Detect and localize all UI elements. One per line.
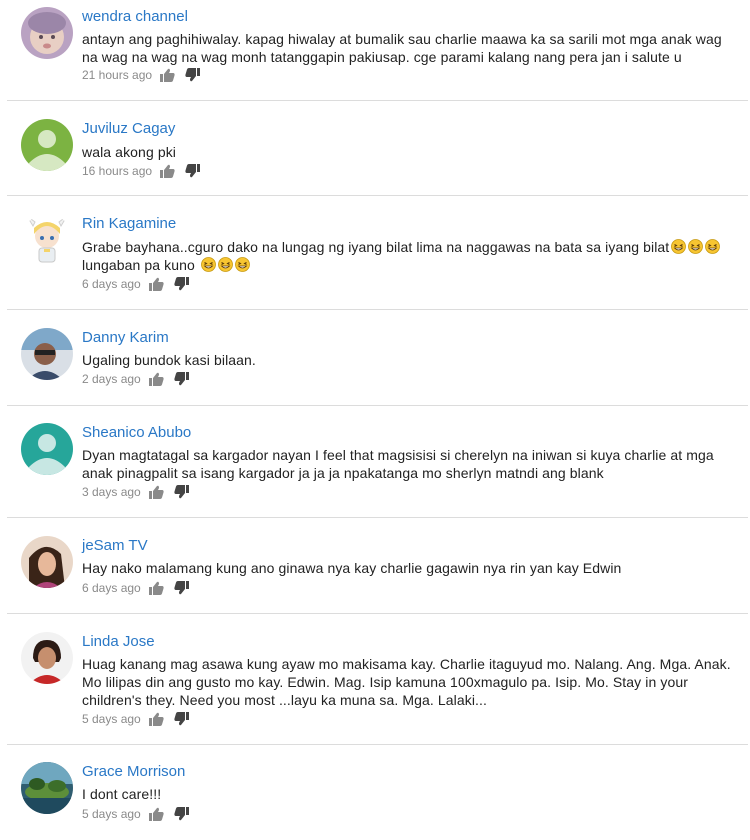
grinning-squinting-face-icon (671, 239, 687, 254)
comment-author[interactable]: Danny Karim (82, 329, 169, 347)
comment-meta: 21 hours ago (82, 67, 201, 83)
thumbs-up-icon[interactable] (160, 164, 175, 178)
avatar[interactable] (21, 762, 73, 814)
comment-author[interactable]: Juviluz Cagay (82, 120, 175, 138)
thumbs-down-icon[interactable] (185, 164, 201, 178)
avatar[interactable] (21, 536, 73, 588)
comment-author[interactable]: Grace Morrison (82, 763, 185, 781)
comment-meta: 6 days ago (82, 580, 189, 596)
thumbs-down-icon[interactable] (174, 277, 189, 291)
divider (7, 613, 748, 614)
comment-author[interactable]: Rin Kagamine (82, 215, 176, 233)
divider (7, 405, 748, 406)
comment-text-line: lungaban pa kuno (82, 257, 195, 273)
thumbs-up-icon[interactable] (160, 68, 175, 82)
comment-text: Huag kanang mag asawa kung ayaw mo makis… (82, 656, 731, 708)
comment-text: antayn ang paghihiwalay. kapag hiwalay a… (82, 31, 722, 65)
comment-timestamp: 6 days ago (82, 277, 141, 291)
thumbs-down-icon[interactable] (174, 372, 189, 386)
comment-author[interactable]: Linda Jose (82, 633, 155, 651)
grinning-squinting-face-icon (218, 257, 233, 272)
divider (7, 195, 748, 196)
comment-meta: 5 days ago (82, 711, 189, 727)
avatar[interactable] (21, 7, 73, 59)
comment-author[interactable]: Sheanico Abubo (82, 424, 191, 442)
grinning-squinting-face-icon (235, 257, 250, 272)
grinning-squinting-face-icon (688, 239, 704, 254)
comment-timestamp: 2 days ago (82, 372, 141, 386)
thumbs-down-icon[interactable] (174, 712, 189, 726)
comment-meta: 2 days ago (82, 371, 189, 387)
avatar[interactable] (21, 328, 73, 380)
comment-text: Dyan magtatagal sa kargador nayan I feel… (82, 447, 714, 481)
comment-timestamp: 21 hours ago (82, 68, 153, 82)
thumbs-down-icon[interactable] (185, 68, 201, 82)
thumbs-up-icon[interactable] (148, 581, 164, 595)
comment-text: Hay nako malamang kung ano ginawa nya ka… (82, 560, 622, 576)
comment-author[interactable]: jeSam TV (82, 537, 148, 555)
thumbs-down-icon[interactable] (174, 581, 189, 595)
comment-timestamp: 16 hours ago (82, 164, 153, 178)
avatar[interactable] (21, 119, 73, 171)
divider (7, 100, 748, 101)
comment-timestamp: 5 days ago (82, 712, 141, 726)
comment-text-line: Grabe bayhana..cguro dako na lungag ng i… (82, 239, 670, 255)
comment-meta: 6 days ago (82, 276, 189, 292)
divider (7, 744, 748, 745)
grinning-squinting-face-icon (201, 257, 216, 272)
avatar[interactable] (21, 423, 73, 475)
thumbs-up-icon[interactable] (148, 807, 164, 821)
divider (7, 517, 748, 518)
comment-text: I dont care!!! (82, 786, 162, 802)
comment-timestamp: 3 days ago (82, 485, 141, 499)
divider (7, 309, 748, 310)
comment-meta: 5 days ago (82, 806, 189, 822)
thumbs-up-icon[interactable] (148, 712, 164, 726)
thumbs-down-icon[interactable] (174, 807, 189, 821)
thumbs-up-icon[interactable] (148, 372, 164, 386)
thumbs-up-icon[interactable] (148, 485, 164, 499)
thumbs-down-icon[interactable] (174, 485, 189, 499)
comment-timestamp: 6 days ago (82, 581, 141, 595)
grinning-squinting-face-icon (705, 239, 721, 254)
comment-meta: 3 days ago (82, 484, 189, 500)
comment-timestamp: 5 days ago (82, 807, 141, 821)
comment-text: Ugaling bundok kasi bilaan. (82, 352, 256, 368)
comment-meta: 16 hours ago (82, 163, 201, 179)
comment-text: Grabe bayhana..cguro dako na lungag ng i… (82, 238, 732, 274)
thumbs-up-icon[interactable] (148, 277, 164, 291)
comment-author[interactable]: wendra channel (82, 8, 188, 26)
comment-text: wala akong pki (82, 144, 177, 160)
avatar[interactable] (21, 632, 73, 684)
avatar[interactable] (21, 214, 73, 266)
